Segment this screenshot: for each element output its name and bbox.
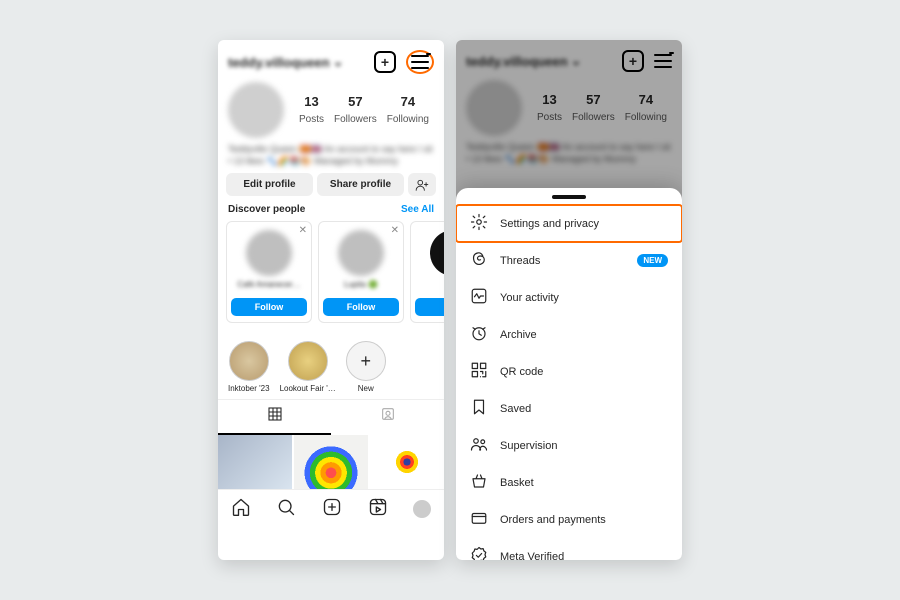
saved-icon <box>470 398 488 419</box>
menu-item-basket[interactable]: Basket <box>456 464 682 501</box>
nav-create-icon[interactable] <box>322 497 342 522</box>
create-post-icon[interactable]: + <box>374 51 396 73</box>
discover-title: Discover people <box>228 204 305 215</box>
menu-item-label: Your activity <box>500 292 559 304</box>
qr-icon <box>470 361 488 382</box>
archive-icon <box>470 324 488 345</box>
suggestion-card[interactable]: FaFátFol <box>410 221 444 323</box>
suggestion-carousel[interactable]: ✕Café Amanecer…Follow ✕Lupita 🟢Follow Fa… <box>218 221 444 331</box>
hamburger-menu-icon[interactable] <box>411 55 429 69</box>
menu-item-saved[interactable]: Saved <box>456 390 682 427</box>
menu-item-threads[interactable]: Threads NEW <box>456 242 682 279</box>
menu-item-label: Orders and payments <box>500 514 606 526</box>
menu-item-qr[interactable]: QR code <box>456 353 682 390</box>
stat-posts[interactable]: 13Posts <box>299 94 324 127</box>
follow-button[interactable]: Follow <box>323 298 399 316</box>
verified-icon <box>470 546 488 560</box>
share-profile-button[interactable]: Share profile <box>317 173 404 196</box>
story-highlight[interactable]: Inktober '23 <box>228 341 270 393</box>
bottom-sheet-menu: Settings and privacy Threads NEW Your activ… <box>456 188 682 560</box>
chevron-down-icon: ⌄ <box>333 54 344 70</box>
profile-screen: teddy.villoqueen⌄ + 13Posts 57Followers … <box>218 40 444 560</box>
posts-grid[interactable] <box>218 435 444 489</box>
menu-item-archive[interactable]: Archive <box>456 316 682 353</box>
sheet-grabber[interactable] <box>552 195 586 199</box>
menu-item-label: Meta Verified <box>500 551 564 561</box>
edit-profile-button[interactable]: Edit profile <box>226 173 313 196</box>
menu-screen: teddy.villoqueen⌄ + 13Posts 57Followers … <box>456 40 682 560</box>
tab-grid[interactable] <box>218 400 331 435</box>
stat-followers[interactable]: 57Followers <box>334 94 377 127</box>
menu-item-label: Threads <box>500 255 540 267</box>
suggestion-card[interactable]: ✕Café Amanecer…Follow <box>226 221 312 323</box>
follow-button[interactable]: Fol <box>415 298 444 316</box>
menu-item-label: Saved <box>500 403 531 415</box>
menu-item-label: Basket <box>500 477 534 489</box>
notification-dot <box>426 53 431 55</box>
threads-icon <box>470 250 488 271</box>
nav-search-icon[interactable] <box>276 497 296 522</box>
discover-people-icon[interactable] <box>408 173 436 196</box>
menu-item-label: Archive <box>500 329 537 341</box>
follow-button[interactable]: Follow <box>231 298 307 316</box>
nav-home-icon[interactable] <box>231 497 251 522</box>
gear-icon <box>470 213 488 234</box>
menu-item-supervision[interactable]: Supervision <box>456 427 682 464</box>
tab-tagged[interactable] <box>331 400 444 435</box>
menu-item-verified[interactable]: Meta Verified <box>456 538 682 560</box>
profile-bio: Teddyvillo Queen 🇪🇸🇬🇧 An account to say … <box>218 144 444 173</box>
nav-reels-icon[interactable] <box>368 497 388 522</box>
menu-highlight-ring <box>406 50 434 74</box>
menu-item-label: Settings and privacy <box>500 218 599 230</box>
orders-icon <box>470 509 488 530</box>
activity-icon <box>470 287 488 308</box>
menu-item-label: Supervision <box>500 440 557 452</box>
profile-avatar[interactable] <box>228 82 284 138</box>
nav-profile-icon[interactable] <box>413 500 431 518</box>
new-badge: NEW <box>637 254 668 267</box>
menu-item-label: QR code <box>500 366 543 378</box>
close-icon[interactable]: ✕ <box>299 225 307 236</box>
menu-item-activity[interactable]: Your activity <box>456 279 682 316</box>
basket-icon <box>470 472 488 493</box>
supervision-icon <box>470 435 488 456</box>
menu-item-gear[interactable]: Settings and privacy <box>456 205 682 242</box>
menu-item-orders[interactable]: Orders and payments <box>456 501 682 538</box>
add-highlight[interactable]: +New <box>346 341 386 393</box>
stat-following[interactable]: 74Following <box>387 94 429 127</box>
see-all-link[interactable]: See All <box>401 204 434 215</box>
close-icon[interactable]: ✕ <box>391 225 399 236</box>
story-highlight[interactable]: Lookout Fair '… <box>280 341 336 393</box>
suggestion-card[interactable]: ✕Lupita 🟢Follow <box>318 221 404 323</box>
username[interactable]: teddy.villoqueen⌄ <box>228 54 344 70</box>
